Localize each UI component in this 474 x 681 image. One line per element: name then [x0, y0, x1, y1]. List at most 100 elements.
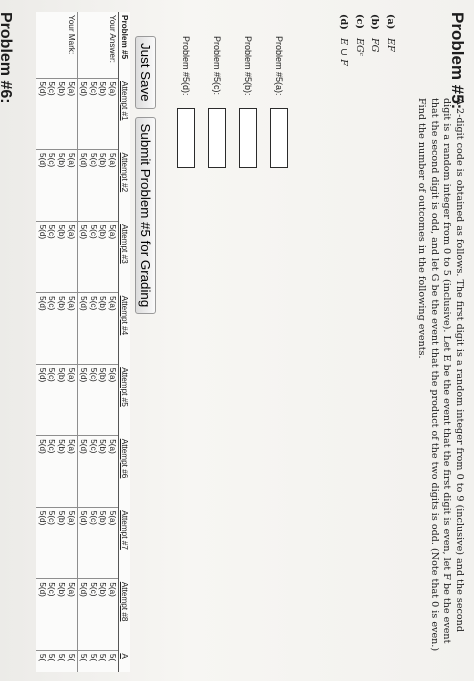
attempt-cell: 5(a) 5(b) 5(c) 5(d) [36, 435, 78, 508]
attempt-part-label: 5(d) [37, 153, 47, 168]
attempt-part-label: 5(d) [79, 81, 89, 97]
submit-problem-button[interactable]: Submit Problem #5 for Grading [135, 116, 156, 315]
answer-input-5a[interactable] [270, 108, 288, 168]
attempts-table: Problem #5 Attempt #1 Attempt #2 Attempt… [36, 12, 130, 672]
attempt-part-label: 5( [37, 653, 47, 662]
attempt-part-label: 5(c) [47, 510, 57, 525]
attempt-cell: 5(a) 5(b) 5(c) 5(d) [77, 221, 119, 293]
answer-input-5b[interactable] [239, 108, 257, 168]
attempt-part-label: 5(b) [57, 439, 67, 454]
attempt-cell: 5(a) 5(b) 5(c) 5(d) [77, 578, 119, 651]
attempt-part-label: 5(c) [47, 81, 57, 96]
part-d: (d) E ∪ F [336, 14, 352, 66]
answer-label: Problem #5(a): [274, 36, 284, 96]
attempt-part-label: 5(d) [37, 439, 47, 454]
attempt-part-label: 5(c) [47, 224, 57, 239]
attempt-part-label: 5(b) [57, 224, 67, 240]
attempt-cell: 5(5(5(5( [36, 650, 78, 672]
attempt-part-label: 5(b) [57, 296, 67, 311]
part-expression: EGᶜ [354, 38, 365, 57]
attempt-part-label: 5(d) [37, 81, 47, 97]
part-a: (a) EF [383, 14, 399, 66]
attempt-part-label: 5( [88, 653, 98, 662]
attempt-header[interactable]: Attempt #2 [118, 149, 130, 222]
attempt-part-label: 5(b) [98, 296, 108, 311]
attempt-part-label: 5(c) [47, 439, 57, 454]
your-mark-row: Your Mark: 5(a) 5(b) 5(c) 5(d) 5(a) 5(b) 5(c)… [36, 12, 78, 672]
attempt-part-label: 5(c) [47, 367, 57, 382]
attempt-part-label: 5(a) [66, 296, 76, 311]
answer-row-b: Problem #5(b): [237, 36, 259, 168]
attempt-header[interactable]: Attempt #6 [118, 435, 130, 508]
attempt-part-label: 5(b) [98, 81, 108, 97]
part-expression: E ∪ F [338, 38, 350, 66]
just-save-button[interactable]: Just Save [135, 36, 156, 109]
attempt-part-label: 5(d) [79, 439, 89, 454]
attempt-header[interactable]: A [118, 650, 130, 672]
attempt-cell: 5(a) 5(b) 5(c) 5(d) [36, 149, 78, 222]
attempt-cell: 5(a) 5(b) 5(c) 5(d) [36, 221, 78, 293]
attempt-part-label: 5( [98, 653, 108, 662]
attempt-part-label: 5(a) [108, 224, 117, 240]
attempt-part-label: 5(a) [108, 510, 117, 526]
attempt-part-label: 5(c) [88, 510, 98, 525]
attempt-part-label: 5(a) [66, 582, 76, 597]
attempt-cell: 5(a) 5(b) 5(c) 5(d) [36, 507, 78, 579]
part-expression: EF [385, 38, 396, 52]
attempt-part-label: 5(a) [108, 296, 117, 311]
attempt-part-label: 5(c) [88, 153, 98, 168]
attempt-header[interactable]: Attempt #7 [118, 507, 130, 579]
attempt-header[interactable]: Attempt #5 [118, 364, 130, 436]
answer-input-5c[interactable] [208, 108, 226, 168]
attempt-part-label: 5(b) [57, 367, 67, 383]
your-mark-label: Your Mark: [66, 15, 76, 55]
answer-row-d: Problem #5(d): [175, 36, 197, 168]
attempt-part-label: 5(d) [79, 153, 89, 168]
answer-label: Problem #5(c): [212, 36, 222, 96]
attempt-part-label: 5(a) [108, 439, 117, 454]
attempt-cell: 5(a) 5(b) 5(c) 5(d) [77, 435, 119, 508]
answer-input-5d[interactable] [177, 108, 195, 168]
attempt-cell: 5(a) 5(b) 5(c) 5(d) [77, 292, 119, 365]
attempt-part-label: 5(d) [37, 510, 47, 526]
attempt-part-label: 5(d) [37, 224, 47, 240]
your-answer-row: Your Answer: 5(a) 5(b) 5(c) 5(d) 5(a) 5(b) 5(… [77, 12, 119, 672]
attempts-header-row: Problem #5 Attempt #1 Attempt #2 Attempt… [118, 12, 130, 672]
attempt-part-label: 5(a) [108, 582, 117, 597]
attempt-part-label: 5(c) [88, 296, 98, 311]
attempt-cell: 5(a) 5(b) 5(c) 5(d) [77, 364, 119, 436]
attempt-part-label: 5(a) [66, 510, 76, 526]
part-b: (b) FG [367, 14, 383, 66]
part-label: (d) [338, 14, 350, 30]
answer-row-a: Problem #5(a): [268, 36, 290, 168]
part-label: (a) [385, 14, 396, 30]
attempt-header[interactable]: Attempt #3 [118, 221, 130, 293]
attempt-cell: 5(a) 5(b) 5(c) 5(d) [36, 578, 78, 651]
attempt-part-label: 5(c) [88, 81, 98, 96]
attempts-corner-header: Problem #5 [118, 12, 130, 78]
attempt-part-label: 5(a) [108, 81, 117, 97]
attempt-part-label: 5(a) [66, 367, 76, 383]
attempt-part-label: 5(c) [47, 582, 57, 597]
attempt-part-label: 5(a) [66, 153, 76, 168]
problem-statement: A 2-digit code is obtained as follows. T… [415, 98, 465, 668]
attempt-part-label: 5( [66, 653, 76, 662]
part-expression: FG [369, 38, 381, 53]
attempt-header[interactable]: Attempt #1 [118, 78, 130, 150]
attempt-part-label: 5(b) [98, 153, 108, 168]
answer-row-c: Problem #5(c): [206, 36, 228, 168]
attempt-part-label: 5( [79, 653, 89, 662]
statement-line: Find the number of outcomes in the follo… [416, 98, 428, 359]
statement-line: digit is a random integer from 0 to 5 (i… [441, 98, 453, 644]
attempt-part-label: 5(b) [98, 224, 108, 240]
attempt-part-label: 5(d) [79, 582, 89, 597]
statement-line: A 2-digit code is obtained as follows. T… [454, 98, 465, 632]
attempt-part-label: 5( [47, 653, 57, 662]
attempt-part-label: 5(d) [37, 367, 47, 383]
your-answer-label: Your Answer: [77, 12, 119, 78]
problem-page: Problem #5: A 2-digit code is obtained a… [0, 0, 474, 680]
part-c: (c) EGᶜ [352, 14, 368, 66]
attempt-header[interactable]: Attempt #8 [118, 578, 130, 651]
attempt-cell: 5(a) 5(b) 5(c) 5(d) [77, 149, 119, 222]
attempt-header[interactable]: Attempt #4 [118, 292, 130, 365]
